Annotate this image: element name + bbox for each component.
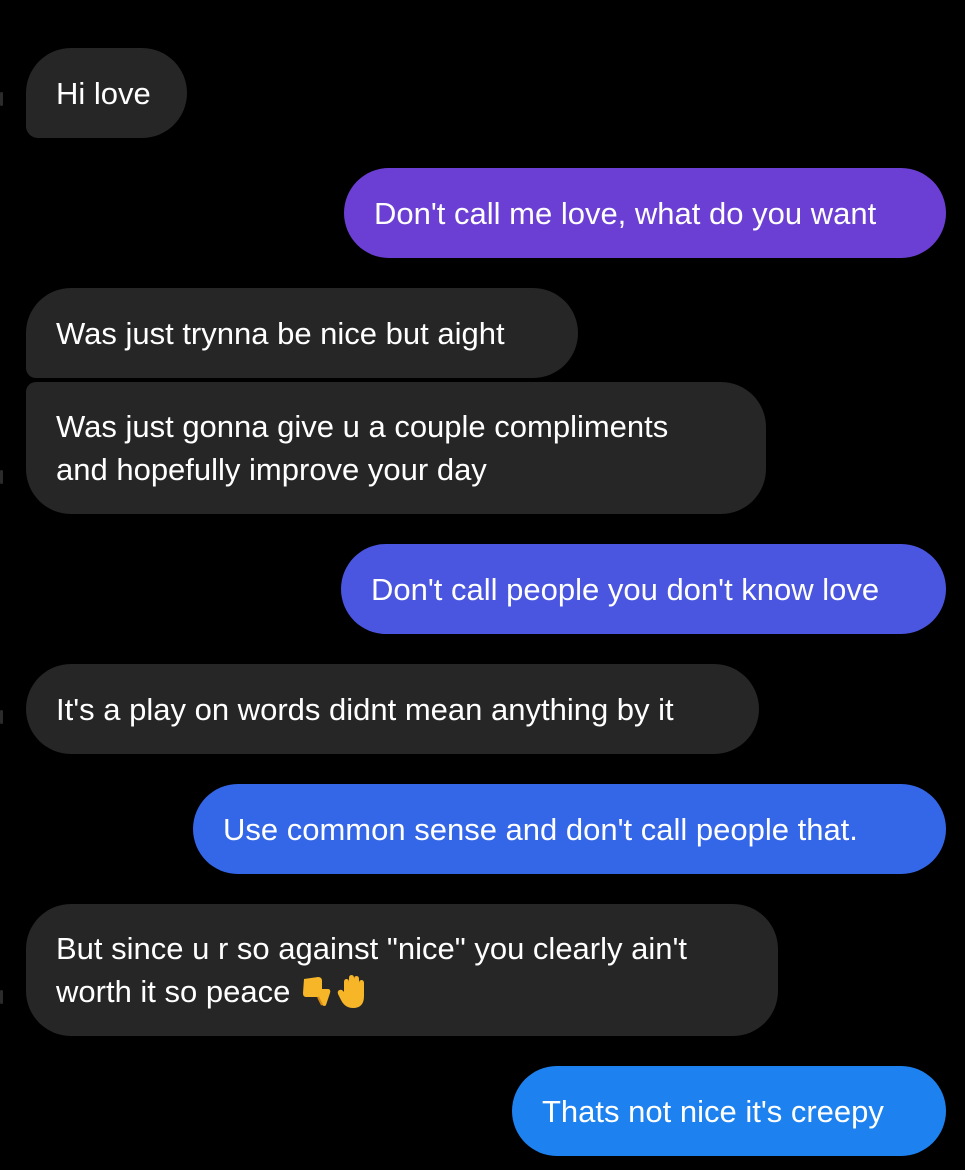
message-text: Hi love (56, 75, 151, 111)
avatar[interactable] (0, 710, 3, 724)
raised-hand-icon (336, 974, 370, 1010)
message-text-line: and hopefully improve your day (56, 452, 487, 487)
avatar[interactable] (0, 92, 3, 106)
thumbs-down-icon (300, 975, 332, 1009)
incoming-message[interactable]: Was just trynna be nice but aight (26, 288, 578, 378)
incoming-message[interactable]: Was just gonna give u a couple complimen… (26, 382, 766, 514)
incoming-message[interactable]: But since u r so against "nice" you clea… (26, 904, 778, 1036)
message-text: It's a play on words didnt mean anything… (56, 691, 674, 727)
message-text: Don't call people you don't know love (371, 571, 880, 607)
message-text: Don't call me love, what do you want (374, 195, 877, 231)
incoming-message[interactable]: It's a play on words didnt mean anything… (26, 664, 759, 754)
message-text: Use common sense and don't call people t… (223, 811, 858, 847)
message-text: Thats not nice it's creepy (542, 1093, 884, 1129)
message-text-line-with-emoji: worth it so peace (56, 970, 370, 1013)
avatar[interactable] (0, 470, 3, 484)
message-thread: Hi love Don't call me love, what do you … (0, 0, 965, 1170)
message-text-line: Was just gonna give u a couple complimen… (56, 409, 669, 444)
outgoing-message[interactable]: Use common sense and don't call people t… (193, 784, 946, 874)
incoming-message[interactable]: Hi love (26, 48, 187, 138)
message-text: Was just trynna be nice but aight (56, 315, 505, 351)
outgoing-message[interactable]: Don't call me love, what do you want (344, 168, 946, 258)
message-text-line: But since u r so against "nice" you clea… (56, 931, 688, 966)
outgoing-message[interactable]: Thats not nice it's creepy (512, 1066, 946, 1156)
avatar[interactable] (0, 990, 3, 1004)
outgoing-message[interactable]: Don't call people you don't know love (341, 544, 946, 634)
message-text-line: worth it so peace (56, 974, 291, 1009)
